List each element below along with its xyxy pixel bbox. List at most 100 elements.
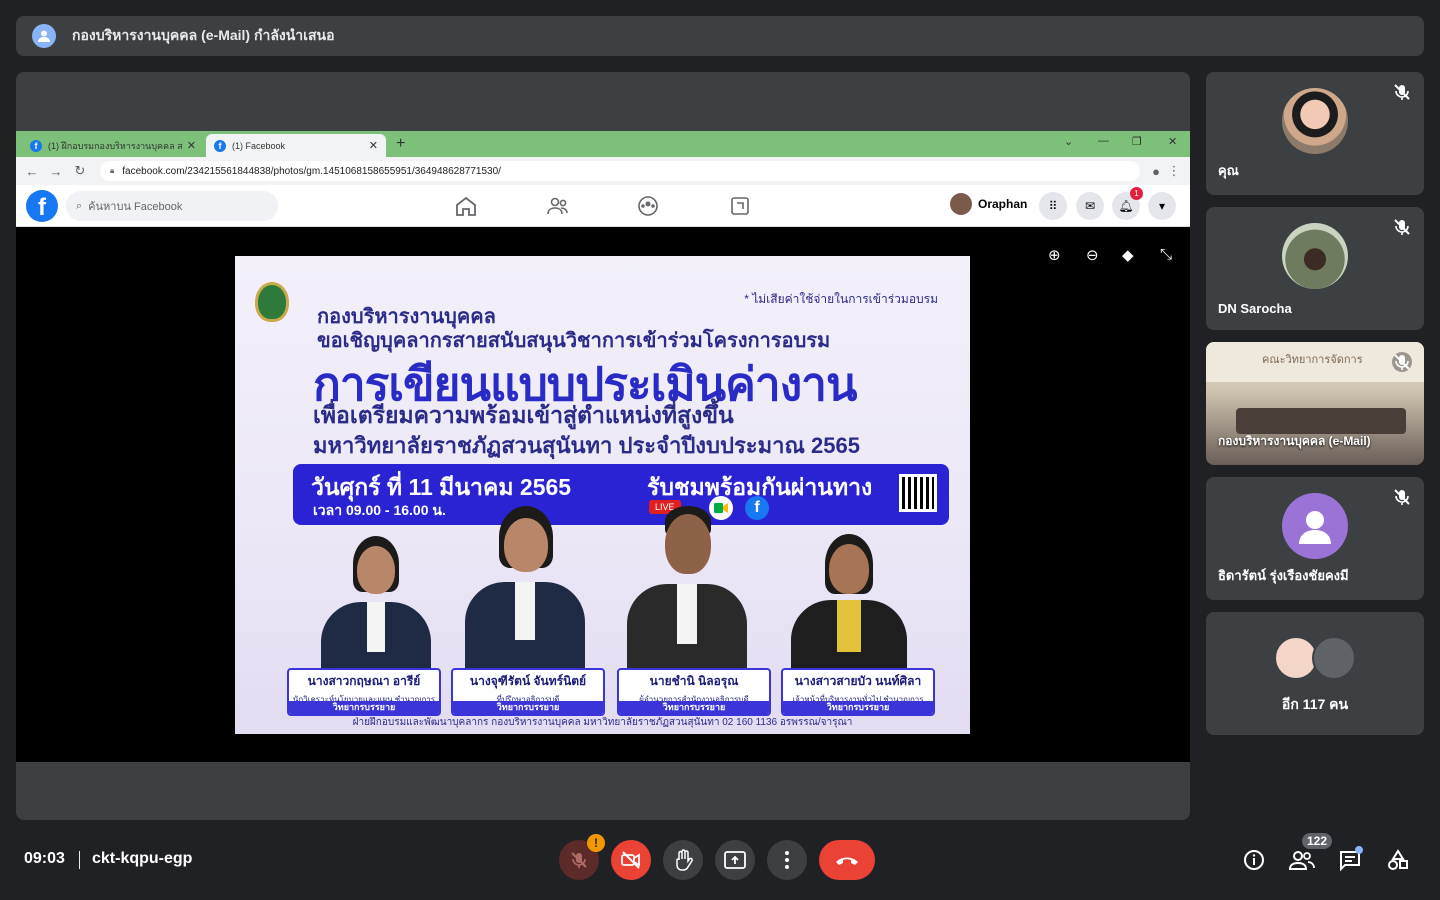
presenter-text: กองบริหารงานบุคคล (e-Mail) กำลังนำเสนอ [72, 27, 335, 43]
meeting-info-button[interactable] [1240, 846, 1268, 874]
mic-off-icon [1394, 84, 1410, 100]
participant-name: คุณ [1218, 163, 1239, 178]
close-tab-icon[interactable]: ✕ [187, 139, 196, 152]
speaker-name: นางสาวกฤษณา อารีย์ [307, 674, 421, 688]
user-name: Oraphan [978, 197, 1028, 211]
participant-tile[interactable]: DN Sarocha [1206, 207, 1424, 330]
tab-title: (1) ฝึกอบรมกองบริหารงานบุคคล สวนสุ [48, 140, 183, 151]
kebab-menu-icon [785, 851, 789, 869]
shared-screen: f (1) ฝึกอบรมกองบริหารงานบุคคล สวนสุ ✕ f… [16, 131, 1190, 762]
facebook-topbar: f ⌕ ค้นหาบน Facebook Oraphan ⠿ ✉ 🔔︎ 1 ▾ [16, 185, 1190, 227]
speaker-nameplate: นางสาวสายบัว นนท์ศิลา เจ้าหน้าที่บริหารง… [781, 668, 935, 716]
camera-toggle-button[interactable] [611, 840, 651, 880]
new-tab-icon[interactable]: + [396, 135, 405, 153]
person-icon [1312, 636, 1356, 680]
participant-avatars [1274, 636, 1364, 680]
participant-count-badge: 122 [1302, 833, 1333, 849]
speaker-name: นายชำนิ นิลอรุณ [649, 674, 739, 688]
microphone-toggle-button[interactable]: ! [559, 834, 605, 880]
tag-icon[interactable]: ◆ [1122, 246, 1134, 264]
facebook-logo-icon[interactable]: f [26, 190, 58, 222]
mic-off-icon [1394, 219, 1410, 235]
participant-tile[interactable]: ธิดารัตน์ รุ่งเรืองชัยคงมี [1206, 477, 1424, 600]
present-screen-button[interactable] [715, 840, 755, 880]
more-participants-tile[interactable]: อีก 117 คน [1206, 612, 1424, 735]
lock-icon: 🔒︎ [110, 166, 115, 175]
zoom-out-icon[interactable]: ⊖ [1086, 246, 1099, 264]
qr-code-icon [899, 474, 937, 512]
notification-badge: 1 [1130, 187, 1143, 200]
participant-name: กองบริหารงานบุคคล (e-Mail) [1218, 434, 1371, 448]
browser-tab-1[interactable]: f (1) ฝึกอบรมกองบริหารงานบุคคล สวนสุ ✕ [22, 134, 204, 157]
event-poster[interactable]: * ไม่เสียค่าใช้จ่ายในการเข้าร่วมอบรม กอง… [235, 256, 970, 734]
kebab-menu-icon[interactable]: ⋮ [1162, 163, 1186, 179]
collapse-icon[interactable]: ⤡ [1160, 246, 1172, 263]
hand-icon [676, 849, 693, 871]
participant-tile[interactable]: คุณ [1206, 72, 1424, 195]
mic-off-icon [571, 852, 587, 868]
home-icon[interactable] [454, 195, 478, 217]
raise-hand-button[interactable] [663, 840, 703, 880]
speaker-nameplate: นายชำนิ นิลอรุณ ผู้อำนวยการสำนักงานอธิกา… [617, 668, 771, 716]
facebook-search-input[interactable]: ⌕ ค้นหาบน Facebook [66, 191, 278, 221]
notifications-bell-icon[interactable]: 🔔︎ 1 [1112, 187, 1143, 220]
activities-button[interactable] [1384, 846, 1412, 874]
poster-note: * ไม่เสียค่าใช้จ่ายในการเข้าร่วมอบรม [744, 292, 938, 306]
zoom-in-icon[interactable]: ⊕ [1048, 246, 1061, 264]
speaker-tag: วิทยากรบรรยาย [783, 701, 933, 714]
mic-off-icon [1394, 489, 1410, 505]
meeting-code: ckt-kqpu-egp [92, 850, 193, 867]
leave-call-button[interactable] [819, 840, 875, 880]
chat-unread-dot [1355, 846, 1363, 854]
speaker-tag: วิทยากรบรรยาย [453, 701, 603, 714]
reload-icon[interactable]: ↻ [68, 163, 92, 179]
person-icon [1282, 493, 1348, 559]
hang-up-icon [836, 857, 858, 865]
speaker-nameplate: นางสาวกฤษณา อารีย์ นักวิเคราะห์นโยบายและ… [287, 668, 441, 716]
facebook-logo-icon: f [745, 496, 769, 520]
tab-title: (1) Facebook [232, 140, 286, 151]
gaming-icon[interactable] [728, 195, 752, 217]
apps-menu-icon[interactable]: ⠿ [1039, 192, 1067, 220]
back-icon[interactable]: ← [20, 164, 44, 179]
forward-icon[interactable]: → [44, 164, 68, 179]
minimize-icon[interactable]: — [1098, 135, 1109, 147]
facebook-profile-button[interactable]: Oraphan [950, 193, 1027, 215]
search-icon: ⌕ [76, 199, 83, 212]
info-icon [1244, 850, 1264, 870]
poster-footer: ฝ่ายฝึกอบรมและพัฒนาบุคลากร กองบริหารงานบ… [352, 717, 853, 728]
video-wall-text: คณะวิทยาการจัดการ [1262, 354, 1363, 366]
browser-tabstrip: f (1) ฝึกอบรมกองบริหารงานบุคคล สวนสุ ✕ f… [16, 131, 1190, 157]
people-button[interactable] [1288, 846, 1316, 874]
url-input[interactable]: 🔒︎ facebook.com/234215561844838/photos/g… [100, 161, 1140, 181]
activities-icon [1388, 849, 1408, 870]
groups-icon[interactable] [636, 195, 660, 217]
participant-name: DN Sarocha [1218, 301, 1292, 316]
speaker-tag: วิทยากรบรรยาย [289, 701, 439, 714]
university-seal-icon [255, 282, 289, 322]
participant-name: ธิดารัตน์ รุ่งเรืองชัยคงมี [1218, 568, 1349, 583]
more-options-button[interactable] [767, 840, 807, 880]
divider [79, 851, 80, 869]
chevron-down-icon[interactable]: ⌄ [1064, 135, 1073, 148]
mic-off-icon [1392, 352, 1412, 372]
present-screen-icon [724, 851, 746, 869]
address-bar: ← → ↻ 🔒︎ facebook.com/234215561844838/ph… [16, 157, 1190, 185]
close-window-icon[interactable]: ✕ [1168, 135, 1177, 148]
poster-line-5: มหาวิทยาลัยราชภัฏสวนสุนันทา ประจำปีงบประ… [313, 433, 860, 458]
facebook-favicon-icon: f [214, 139, 226, 152]
avatar [1282, 88, 1348, 154]
close-tab-icon[interactable]: ✕ [369, 139, 378, 152]
speaker-name: นางสาวสายบัว นนท์ศิลา [794, 674, 922, 688]
account-dropdown-icon[interactable]: ▾ [1148, 192, 1176, 220]
friends-icon[interactable] [546, 195, 570, 217]
participant-tile-video[interactable]: คณะวิทยาการจัดการ กองบริหารงานบุคคล (e-M… [1206, 342, 1424, 465]
messenger-icon[interactable]: ✉ [1076, 192, 1104, 220]
presentation-stage: f (1) ฝึกอบรมกองบริหารงานบุคคล สวนสุ ✕ f… [16, 72, 1190, 820]
restore-icon[interactable]: ❐ [1132, 135, 1142, 148]
more-participants-label: อีก 117 คน [1281, 696, 1349, 712]
meeting-clock: 09:03 [24, 850, 65, 867]
warning-icon: ! [587, 834, 605, 852]
person-icon [32, 24, 56, 48]
browser-tab-2[interactable]: f (1) Facebook ✕ [206, 134, 386, 157]
